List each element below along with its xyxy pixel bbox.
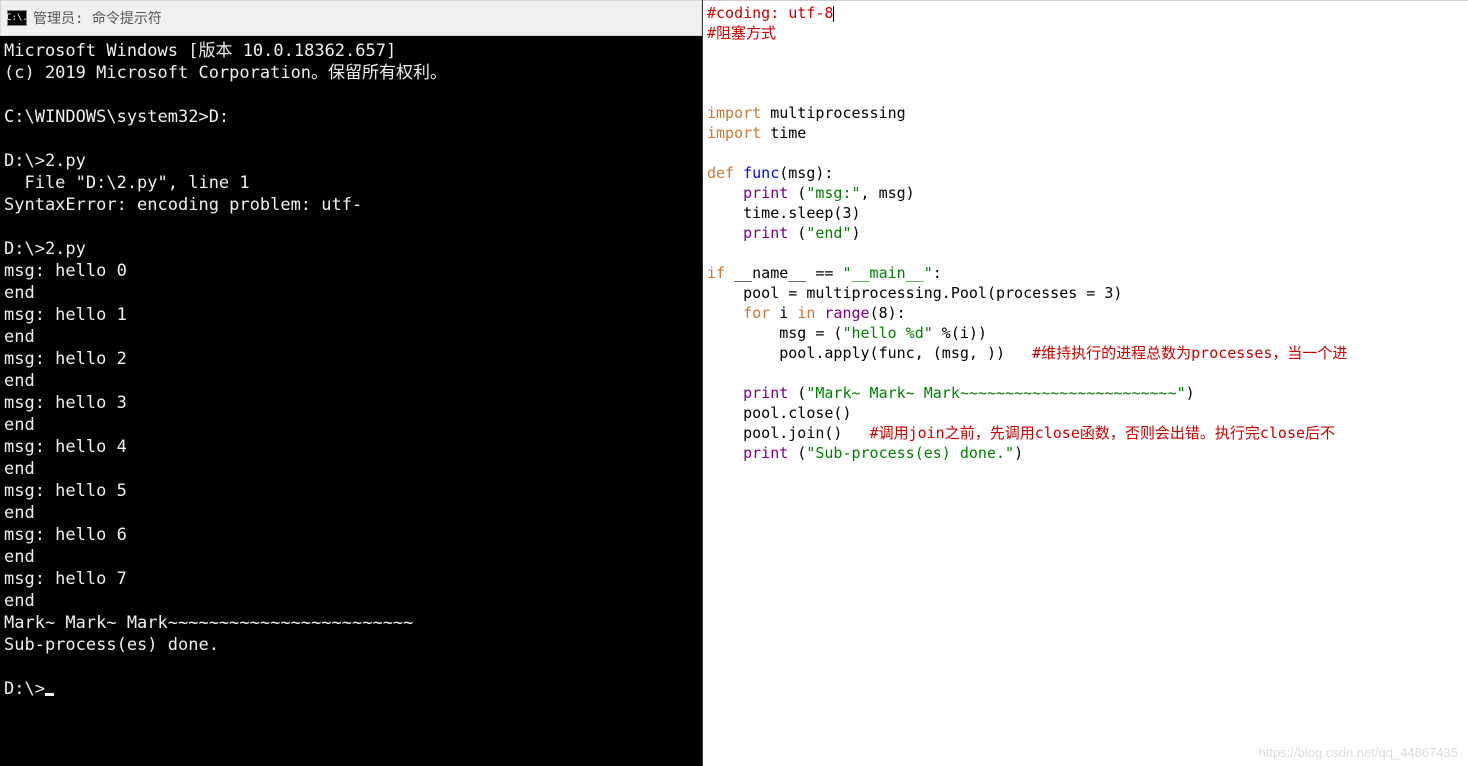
terminal-titlebar[interactable]: C:\. 管理员: 命令提示符 — [0, 0, 702, 36]
terminal-output[interactable]: Microsoft Windows [版本 10.0.18362.657] (c… — [0, 36, 702, 766]
code-editor[interactable]: #coding: utf-8 #阻塞方式 import multiprocess… — [703, 0, 1468, 766]
terminal-window: C:\. 管理员: 命令提示符 Microsoft Windows [版本 10… — [0, 0, 703, 766]
cmd-icon: C:\. — [7, 10, 27, 26]
window-title: 管理员: 命令提示符 — [33, 8, 162, 28]
split-view: C:\. 管理员: 命令提示符 Microsoft Windows [版本 10… — [0, 0, 1468, 766]
